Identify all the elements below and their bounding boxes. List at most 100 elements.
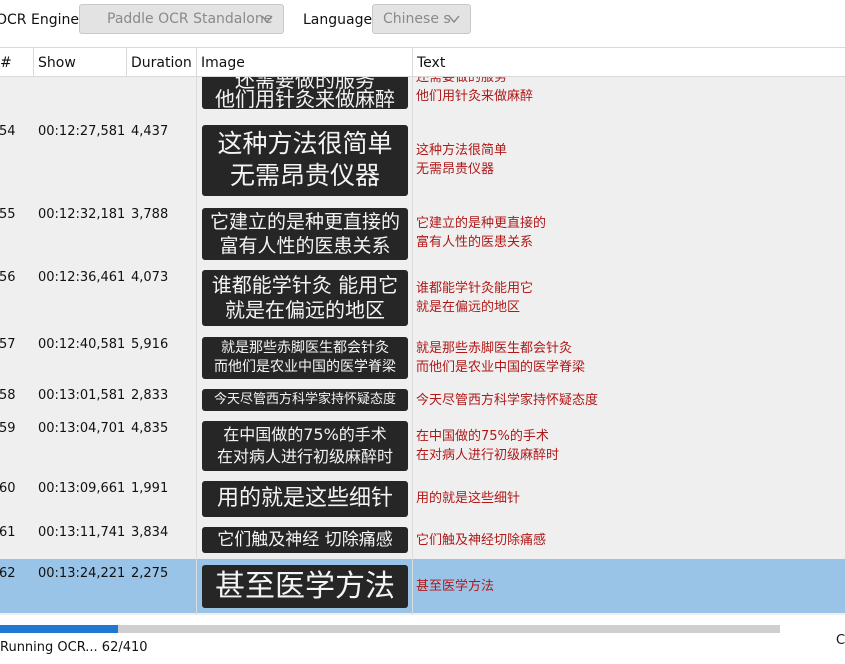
table-row[interactable]: 57 00:12:40,581 5,916 就是那些赤脚医生都会针灸 而他们是农… [0,333,845,381]
row-show-time: 00:12:27,581 [38,124,126,139]
language-value: Chinese s [383,11,451,27]
subtitle-image-line: 就是在偏远的地区 [225,298,385,322]
ocr-engine-value: Paddle OCR Standalone [107,11,273,27]
chevron-down-icon [448,15,460,24]
row-show-time: 00:13:24,221 [38,566,126,581]
ocr-text: 就是那些赤脚医生都会针灸 而他们是农业中国的医学脊梁 [416,339,585,377]
ocr-text-line: 就是那些赤脚医生都会针灸 [416,341,573,356]
toolbar: OCR Engine Paddle OCR Standalone Languag… [0,0,845,44]
row-number: 57 [0,337,16,352]
row-duration: 4,437 [131,124,169,139]
row-duration: 4,073 [131,270,169,285]
subtitle-image: 在中国做的75%的手术 在对病人进行初级麻醉时 [202,421,408,471]
table-row[interactable]: 59 00:13:04,701 4,835 在中国做的75%的手术 在对病人进行… [0,417,845,473]
row-duration: 5,916 [131,337,169,352]
ocr-text: 在中国做的75%的手术 在对病人进行初级麻醉时 [416,427,559,465]
subtitle-image-line: 用的就是这些细针 [216,486,393,511]
row-show-time: 00:12:40,581 [38,337,126,352]
ocr-text-line: 用的就是这些细针 [416,491,521,506]
table-row[interactable]: 54 00:12:27,581 4,437 这种方法很简单 无需昂贵仪器 这种方… [0,120,845,198]
row-show-time: 00:12:36,461 [38,270,126,285]
row-number: 58 [0,388,16,403]
language-label: Language [303,12,373,28]
row-duration: 3,834 [131,525,169,540]
row-show-time: 00:13:01,581 [38,388,126,403]
row-show-time: 00:13:11,741 [38,525,126,540]
subtitle-image: 谁都能学针灸 能用它 就是在偏远的地区 [202,270,408,326]
subtitle-image-line: 在中国做的75%的手术 [223,425,387,444]
ocr-text: 用的就是这些细针 [416,489,520,508]
ocr-text-line: 在中国做的75%的手术 [416,429,549,444]
ocr-text-line: 就是在偏远的地区 [416,300,521,315]
ocr-text-line: 它们触及神经切除痛感 [416,533,547,548]
subtitle-image-line: 而他们是农业中国的医学脊梁 [214,359,396,375]
table-row[interactable]: 56 00:12:36,461 4,073 谁都能学针灸 能用它 就是在偏远的地… [0,266,845,328]
language-dropdown[interactable]: Chinese s [372,4,471,34]
ocr-text: 谁都能学针灸能用它 就是在偏远的地区 [416,279,533,317]
subtitle-image: 今天尽管西方科学家持怀疑态度 [202,389,408,411]
row-duration: 2,275 [131,566,169,581]
subtitle-image-line: 他们用针灸来做麻醉 [215,87,395,109]
ocr-text: 它们触及神经切除痛感 [416,531,546,550]
row-show-time: 00:13:09,661 [38,481,126,496]
subtitle-image-line: 富有人性的医患关系 [219,235,391,257]
ocr-text-line: 这种方法很简单 [416,143,508,158]
subtitle-image-line: 无需昂贵仪器 [229,161,380,190]
column-header-text[interactable]: Text [413,48,845,76]
subtitle-image-line: 甚至医学方法 [215,569,395,604]
ocr-text-line: 谁都能学针灸能用它 [416,281,534,296]
column-header-duration[interactable]: Duration [127,48,197,76]
subtitle-image-line: 这种方法很简单 [217,129,393,158]
table-header: # Show Duration Image Text [0,47,845,77]
row-show-time: 00:12:32,181 [38,207,126,222]
column-divider [412,77,413,615]
table-row[interactable]: 61 00:13:11,741 3,834 它们触及神经 切除痛感 它们触及神经… [0,523,845,559]
ocr-text: 还需要做的服务 他们用针灸来做麻醉 [416,77,533,106]
status-text: Running OCR... 62/410 [0,640,148,655]
ocr-text-line: 在对病人进行初级麻醉时 [416,448,560,463]
subtitle-image: 用的就是这些细针 [202,481,408,517]
row-number: 60 [0,481,16,496]
table-row[interactable]: 60 00:13:09,661 1,991 用的就是这些细针 用的就是这些细针 [0,479,845,521]
subtitle-image-line: 它们触及神经 切除痛感 [217,530,393,550]
ocr-text: 今天尽管西方科学家持怀疑态度 [416,391,598,410]
row-show-time: 00:13:04,701 [38,421,126,436]
row-number: 56 [0,270,16,285]
ocr-text: 甚至医学方法 [416,577,494,596]
subtitle-table[interactable]: 还需要做的服务 他们用针灸来做麻醉 还需要做的服务 他们用针灸来做麻醉 54 0… [0,77,845,615]
ocr-text-line: 甚至医学方法 [416,579,495,594]
table-row[interactable]: 还需要做的服务 他们用针灸来做麻醉 还需要做的服务 他们用针灸来做麻醉 [0,77,845,111]
column-header-show[interactable]: Show [34,48,127,76]
column-header-number[interactable]: # [0,48,34,76]
row-number: 55 [0,207,16,222]
ocr-text-line: 而他们是农业中国的医学脊梁 [416,360,586,375]
status-right-text: C [836,633,845,648]
ocr-progress-fill [0,625,118,633]
ocr-progress-bar [0,625,780,633]
ocr-engine-dropdown[interactable]: Paddle OCR Standalone [79,4,284,34]
table-row-selected[interactable]: 62 00:13:24,221 2,275 甚至医学方法 甚至医学方法 [0,559,845,613]
row-number: 62 [0,566,16,581]
ocr-text-line: 富有人性的医患关系 [416,235,534,250]
subtitle-image-line: 在对病人进行初级麻醉时 [216,447,393,466]
ocr-text-line: 还需要做的服务 [416,77,508,85]
row-number: 59 [0,421,16,436]
subtitle-image: 甚至医学方法 [202,565,408,608]
row-duration: 3,788 [131,207,169,222]
ocr-text-line: 他们用针灸来做麻醉 [416,89,534,104]
ocr-text: 这种方法很简单 无需昂贵仪器 [416,141,507,179]
row-duration: 4,835 [131,421,169,436]
subtitle-image: 它建立的是种更直接的 富有人性的医患关系 [202,208,408,260]
subtitle-image: 就是那些赤脚医生都会针灸 而他们是农业中国的医学脊梁 [202,337,408,379]
row-duration: 2,833 [131,388,169,403]
ocr-engine-label: OCR Engine [0,12,79,28]
subtitle-image-line: 谁都能学针灸 能用它 [211,273,399,297]
ocr-text-line: 今天尽管西方科学家持怀疑态度 [416,393,599,408]
ocr-text: 它建立的是种更直接的 富有人性的医患关系 [416,214,546,252]
ocr-text-line: 无需昂贵仪器 [416,162,495,177]
column-header-image[interactable]: Image [197,48,413,76]
subtitle-image-line: 今天尽管西方科学家持怀疑态度 [213,392,396,407]
table-row[interactable]: 58 00:13:01,581 2,833 今天尽管西方科学家持怀疑态度 今天尽… [0,385,845,415]
table-row[interactable]: 55 00:12:32,181 3,788 它建立的是种更直接的 富有人性的医患… [0,203,845,261]
column-divider [196,77,197,615]
